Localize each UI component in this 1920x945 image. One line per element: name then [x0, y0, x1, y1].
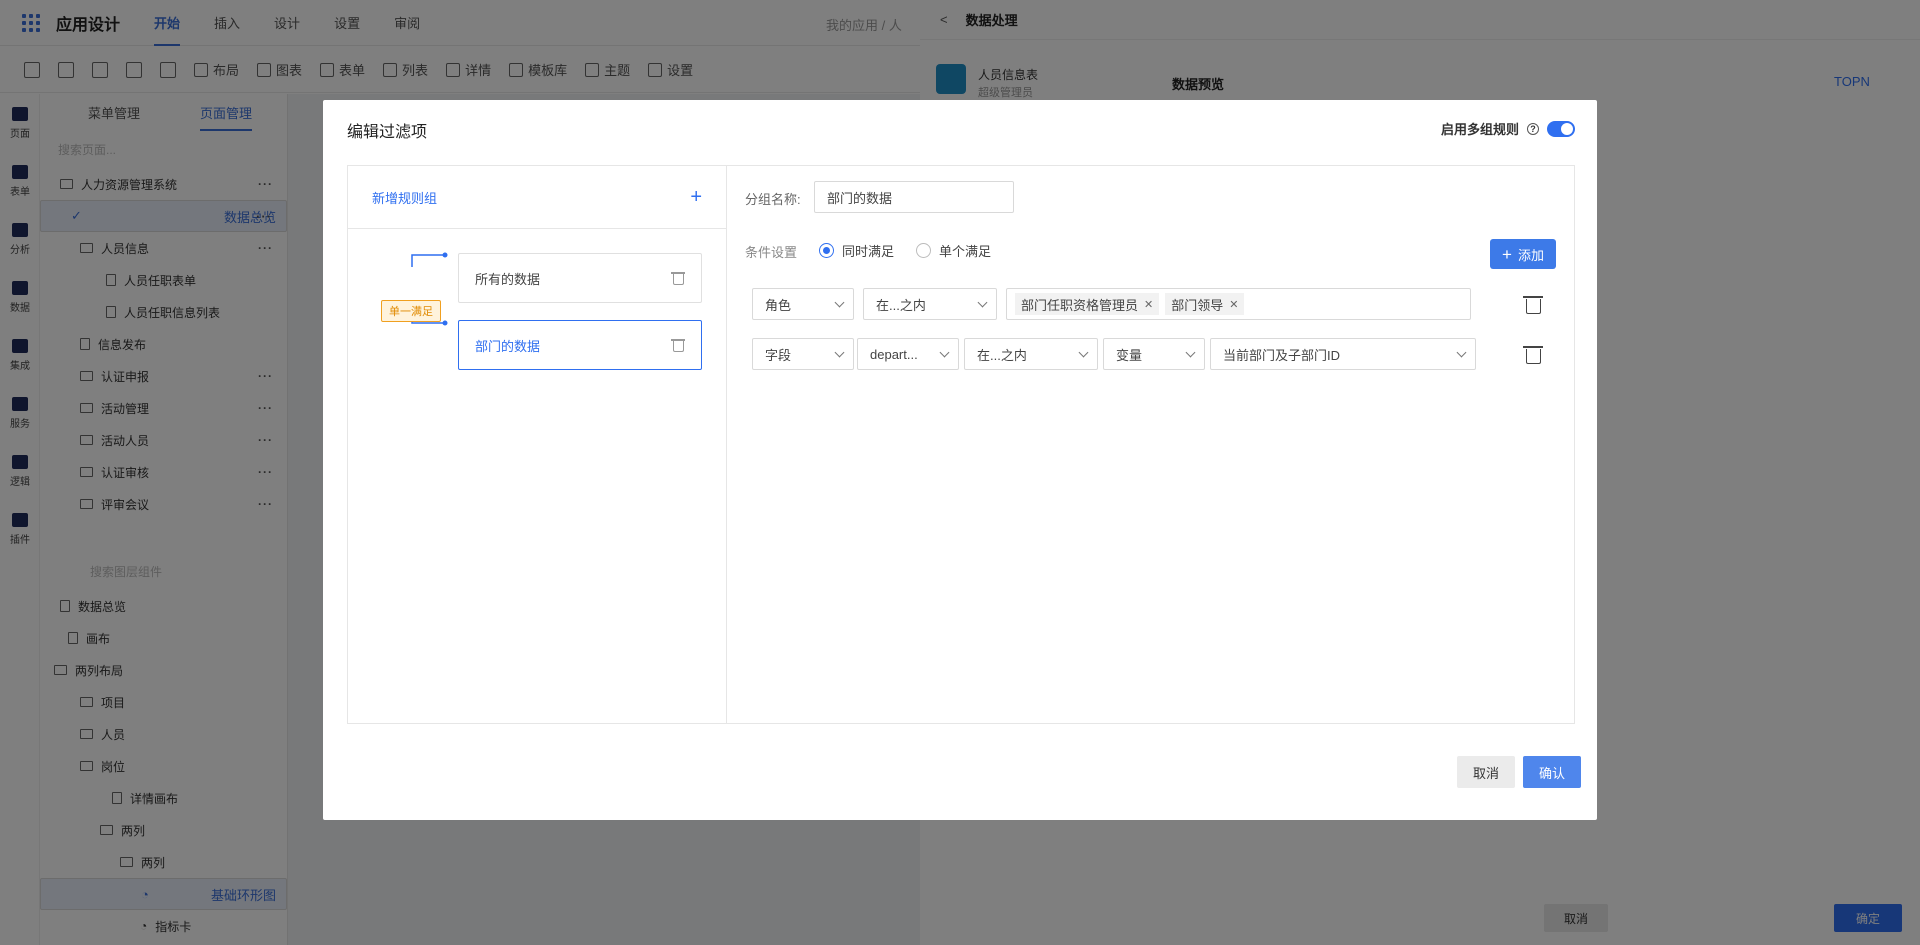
radio-match-any[interactable]: 单个满足 [916, 241, 991, 260]
chevron-down-icon [834, 347, 845, 357]
subfield-select-value: depart... [870, 346, 918, 362]
help-icon[interactable]: ? [1527, 122, 1539, 135]
add-condition-label: 添加 [1517, 247, 1544, 263]
tag-label: 部门领导 [1171, 297, 1224, 313]
multi-rule-label: 启用多组规则 [1440, 122, 1519, 137]
modal-title: 编辑过滤项 [347, 124, 428, 141]
plus-icon: + [1502, 244, 1512, 264]
field-select[interactable]: 字段 [752, 338, 854, 370]
variable-select-value: 当前部门及子部门ID [1223, 347, 1341, 363]
add-condition-button[interactable]: + 添加 [1490, 239, 1556, 269]
value-tag: 部门任职资格管理员 ✕ [1015, 293, 1160, 315]
value-tags-input[interactable]: 部门任职资格管理员 ✕ 部门领导 ✕ [1006, 288, 1471, 320]
chevron-down-icon [977, 297, 988, 307]
operator-select[interactable]: 在...之内 [863, 288, 997, 320]
group-name-input[interactable]: 部门的数据 [814, 181, 1014, 213]
chevron-down-icon [1078, 347, 1089, 357]
radio-unchecked-icon [916, 243, 931, 258]
rule-group-card[interactable]: 所有的数据 [458, 253, 702, 303]
multi-rule-setting: 启用多组规则 ? [1441, 119, 1575, 138]
subfield-select[interactable]: depart... [857, 338, 959, 370]
field-select[interactable]: 角色 [752, 288, 854, 320]
condition-label: 条件设置 [745, 245, 798, 260]
plus-icon[interactable]: + [690, 187, 702, 207]
connector-badge[interactable]: 单一满足 [381, 300, 441, 322]
chevron-down-icon [939, 347, 950, 357]
field-select-value: 字段 [765, 347, 792, 363]
value-type-select-value: 变量 [1116, 347, 1143, 363]
value-tag: 部门领导 ✕ [1165, 293, 1245, 315]
tag-label: 部门任职资格管理员 [1021, 297, 1139, 313]
chevron-down-icon [1456, 347, 1467, 357]
operator-select[interactable]: 在...之内 [964, 338, 1098, 370]
operator-select-value: 在...之内 [977, 347, 1027, 363]
variable-select[interactable]: 当前部门及子部门ID [1210, 338, 1476, 370]
operator-select-value: 在...之内 [876, 297, 926, 313]
multi-rule-toggle[interactable] [1547, 120, 1575, 137]
cancel-button[interactable]: 取消 [1457, 756, 1515, 788]
radio-label: 同时满足 [842, 244, 895, 259]
rule-group-name: 所有的数据 [475, 271, 541, 287]
close-icon[interactable]: ✕ [1229, 298, 1238, 311]
new-rule-group-row[interactable]: 新增规则组 + [348, 166, 726, 229]
radio-match-all[interactable]: 同时满足 [819, 241, 894, 260]
chevron-down-icon [834, 297, 845, 307]
field-select-value: 角色 [765, 297, 792, 313]
trash-icon[interactable] [671, 338, 685, 352]
rule-group-name: 部门的数据 [475, 338, 541, 354]
radio-checked-icon [819, 243, 834, 258]
edit-filter-modal: 编辑过滤项 启用多组规则 ? 新增规则组 + 单一满足 所有的数据 部门的数据 … [323, 100, 1597, 820]
close-icon[interactable]: ✕ [1144, 298, 1153, 311]
rule-group-panel: 新增规则组 + 单一满足 所有的数据 部门的数据 [347, 165, 727, 724]
rule-group-card-active[interactable]: 部门的数据 [458, 320, 702, 370]
ok-button[interactable]: 确认 [1523, 756, 1581, 788]
value-type-select[interactable]: 变量 [1103, 338, 1205, 370]
trash-icon[interactable] [671, 271, 685, 285]
group-name-label: 分组名称: [745, 192, 801, 207]
radio-label: 单个满足 [939, 244, 992, 259]
new-rule-group-label[interactable]: 新增规则组 [372, 188, 437, 207]
chevron-down-icon [1185, 347, 1196, 357]
